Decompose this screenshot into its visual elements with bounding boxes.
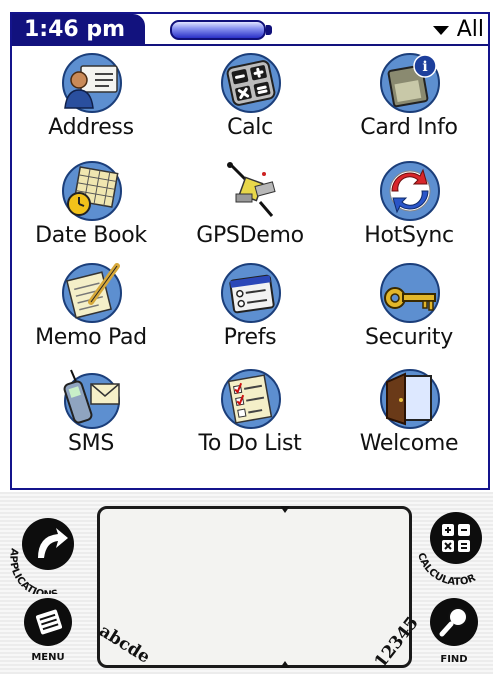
app-security[interactable]: Security [334, 262, 484, 368]
app-label: Card Info [360, 115, 458, 140]
category-label: All [456, 17, 484, 42]
category-dropdown[interactable]: All [432, 16, 484, 44]
calculator-icon [220, 52, 282, 114]
card-info-icon: i [379, 52, 441, 114]
prefs-icon [220, 262, 282, 324]
app-launcher-grid: Address Calc i Card Info Date Book GPSDe… [12, 50, 488, 486]
app-label: Security [365, 325, 453, 350]
app-label: Prefs [223, 325, 277, 350]
graffiti-divider-top [280, 506, 290, 513]
app-sms[interactable]: SMS [16, 368, 166, 474]
title-rule [12, 44, 488, 46]
battery-gauge [170, 20, 266, 40]
applications-button[interactable]: APPLICATIONS [8, 508, 98, 594]
menu-button[interactable]: MENU [18, 592, 80, 668]
app-label: Calc [227, 115, 273, 140]
title-bar: 1:46 pm All [12, 14, 488, 48]
calculator-silk-icon: CALCULATOR [415, 512, 482, 588]
app-label: Address [48, 115, 134, 140]
datebook-icon [61, 160, 123, 222]
app-welcome[interactable]: Welcome [334, 368, 484, 474]
palm-device: 1:46 pm All Address Calc i Card Info Dat… [0, 0, 493, 674]
app-label: Welcome [359, 431, 459, 456]
graffiti-letters-label: abcde [95, 621, 154, 668]
menu-icon: MENU [24, 598, 72, 663]
todo-icon [220, 368, 282, 430]
find-button[interactable]: FIND [420, 590, 486, 670]
phone-mail-icon [61, 368, 123, 430]
graffiti-area[interactable]: abcde 12345 [95, 506, 423, 672]
app-label: SMS [67, 431, 114, 456]
clock-tab[interactable]: 1:46 pm [12, 14, 145, 46]
battery-cap [266, 25, 272, 35]
find-label: FIND [440, 654, 467, 665]
dropdown-arrow-icon [432, 25, 449, 35]
app-to-do-list[interactable]: To Do List [175, 368, 325, 474]
home-arrow-icon: APPLICATIONS [8, 518, 74, 594]
app-label: GPSDemo [196, 223, 304, 248]
app-address[interactable]: Address [16, 52, 166, 158]
app-hotsync[interactable]: HotSync [334, 160, 484, 266]
graffiti-divider-bottom [280, 661, 290, 668]
app-gpsdemo[interactable]: GPSDemo [175, 160, 325, 266]
gps-icon [220, 160, 282, 222]
app-card-info[interactable]: i Card Info [334, 52, 484, 158]
app-label: Memo Pad [35, 325, 147, 350]
app-memo-pad[interactable]: Memo Pad [16, 262, 166, 368]
key-icon [379, 262, 441, 324]
graffiti-numbers-label: 12345 [370, 613, 423, 672]
screen: 1:46 pm All Address Calc i Card Info Dat… [10, 12, 490, 490]
hotsync-icon [379, 160, 441, 222]
silkscreen-area: APPLICATIONS MENU abcde 12345 [0, 492, 493, 674]
find-icon: FIND [430, 598, 478, 665]
address-icon [61, 52, 123, 114]
menu-label: MENU [31, 652, 64, 663]
app-prefs[interactable]: Prefs [175, 262, 325, 368]
door-icon [379, 368, 441, 430]
app-date-book[interactable]: Date Book [16, 160, 166, 266]
memopad-icon [61, 262, 123, 324]
app-calc[interactable]: Calc [175, 52, 325, 158]
svg-text:i: i [422, 59, 427, 75]
app-label: HotSync [364, 223, 454, 248]
app-label: Date Book [35, 223, 147, 248]
calculator-button[interactable]: CALCULATOR [412, 504, 492, 594]
app-label: To Do List [198, 431, 302, 456]
